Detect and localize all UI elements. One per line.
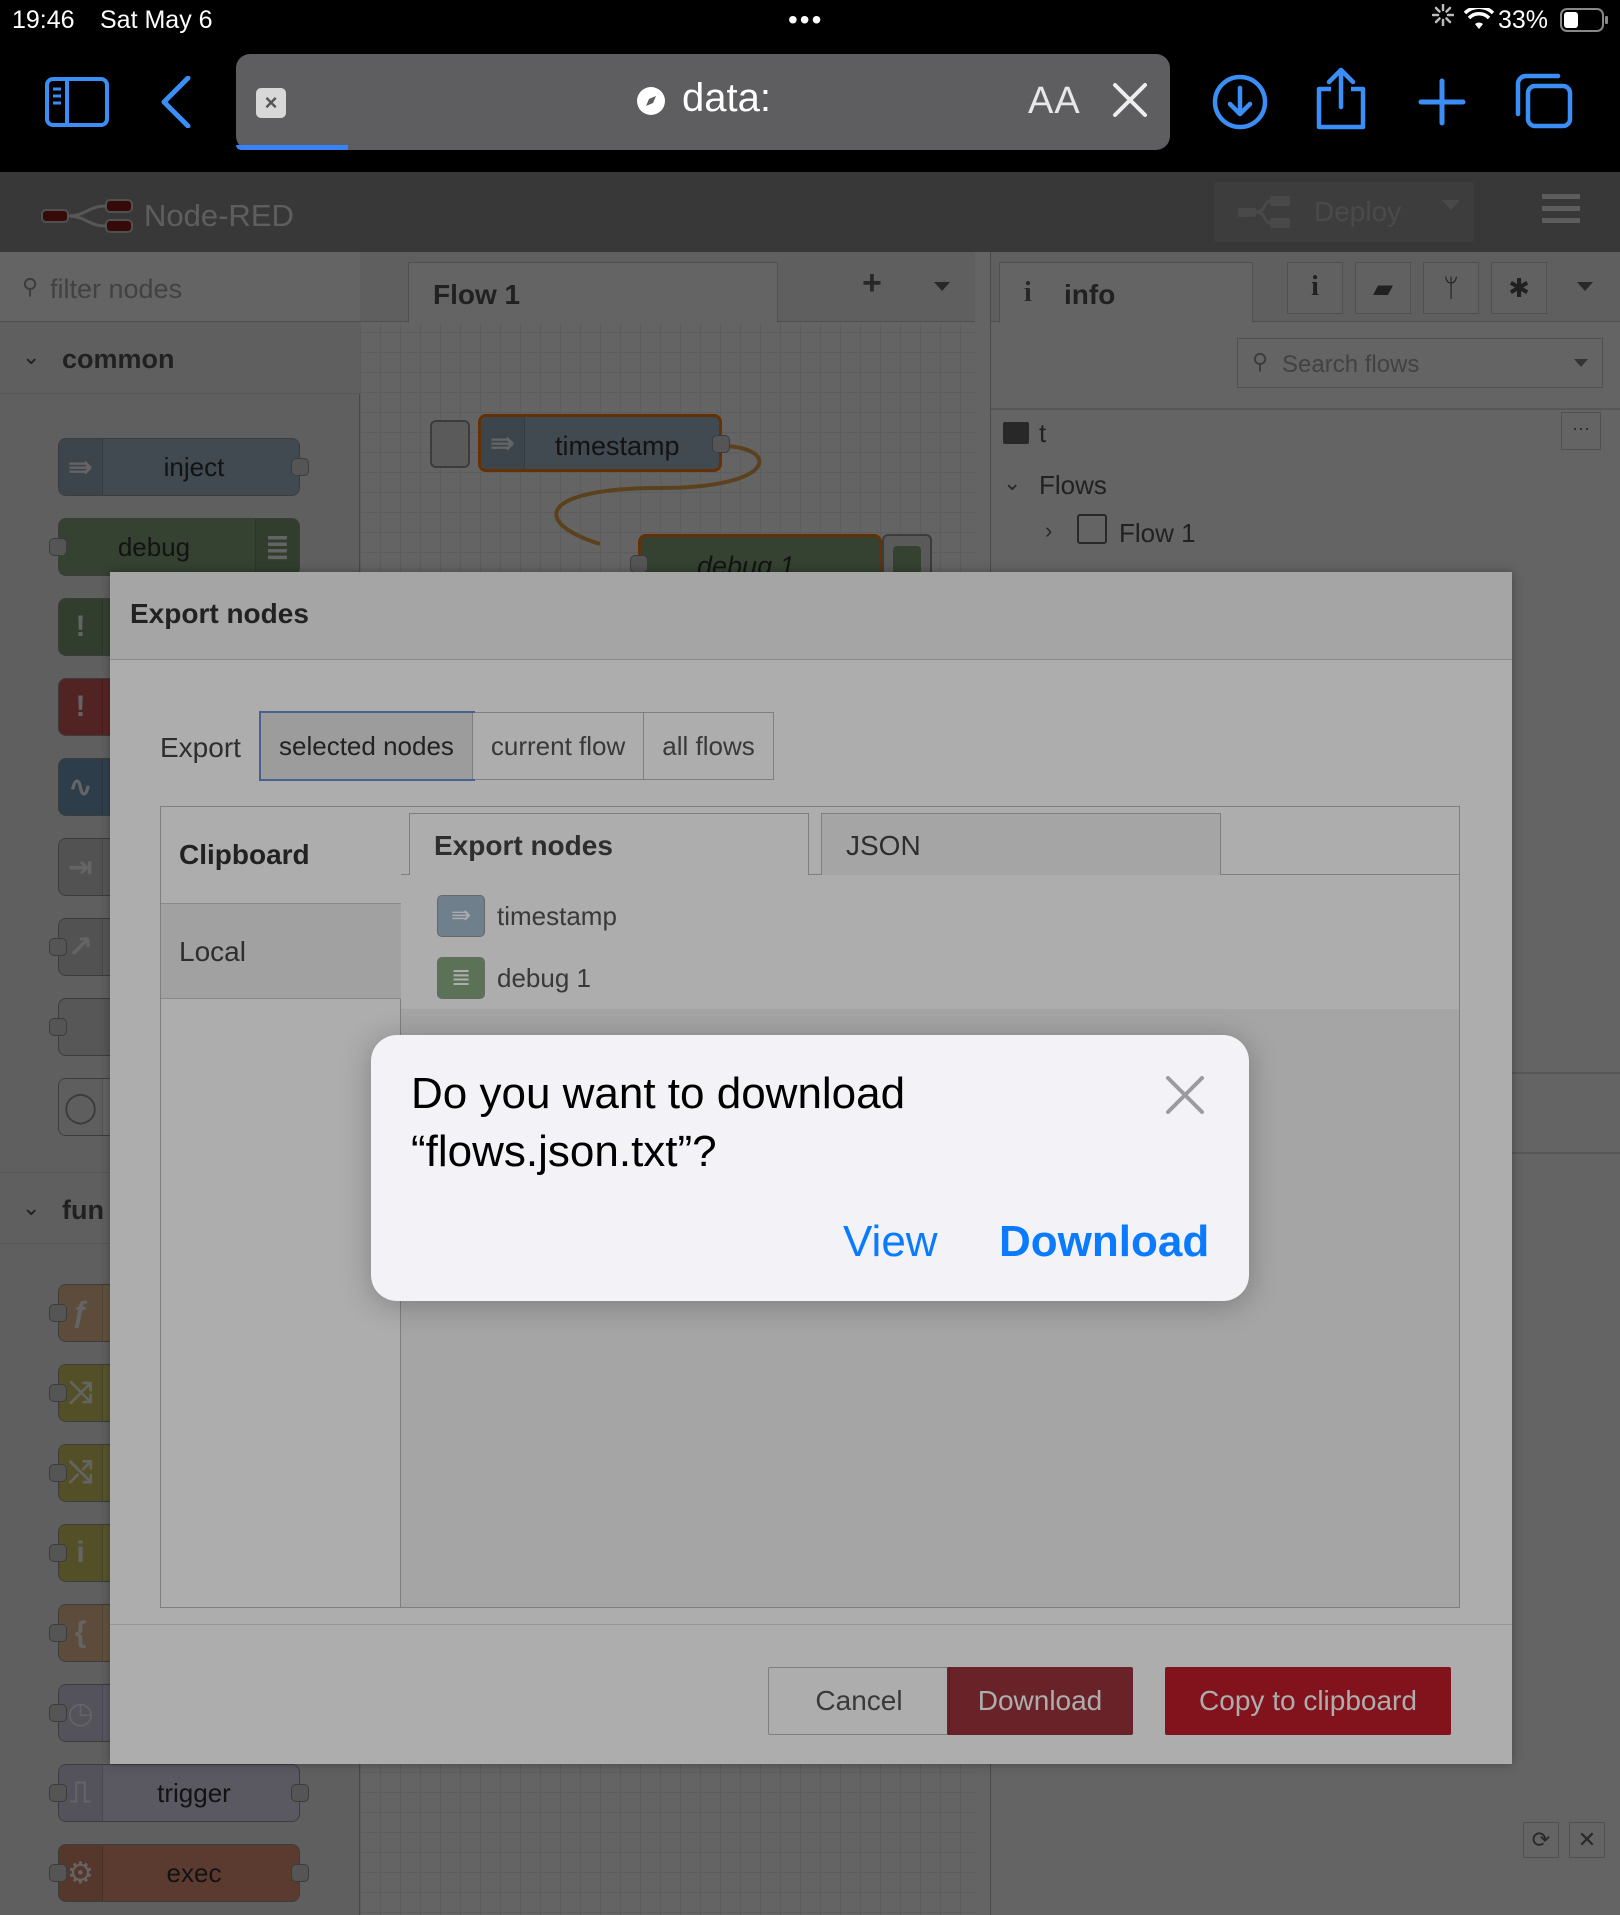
url-text: data: [682,76,771,120]
back-chevron-icon[interactable] [150,72,200,132]
battery-percent: 33% [1498,6,1549,34]
download-confirm-button[interactable]: Download [999,1217,1209,1267]
page-load-progress [236,145,348,150]
activity-spinner-icon [1432,4,1458,30]
address-bar[interactable]: × data: AA [236,54,1170,150]
compass-icon [636,86,666,116]
status-date: Sat May 6 [100,6,213,34]
close-icon[interactable] [1165,1075,1205,1115]
favicon-close-icon: × [256,88,286,118]
status-time: 19:46 [12,6,75,34]
new-tab-icon[interactable] [1414,72,1470,132]
downloads-icon[interactable] [1210,72,1270,132]
view-button[interactable]: View [843,1217,938,1267]
battery-icon [1560,8,1610,32]
text-size-button[interactable]: AA [1028,80,1081,123]
wifi-icon [1464,8,1494,30]
safari-toolbar: × data: AA [0,42,1620,172]
alert-message: Do you want to download “flows.json.txt”… [411,1069,906,1176]
sidebar-toggle-icon[interactable] [44,72,110,132]
stop-loading-icon[interactable] [1112,82,1148,118]
status-bar: 19:46 Sat May 6 ••• 33% [0,0,1620,42]
tabs-overview-icon[interactable] [1512,70,1576,132]
download-alert: Do you want to download “flows.json.txt”… [371,1035,1249,1301]
share-icon[interactable] [1310,64,1372,134]
multitask-dots-icon[interactable]: ••• [788,4,823,36]
